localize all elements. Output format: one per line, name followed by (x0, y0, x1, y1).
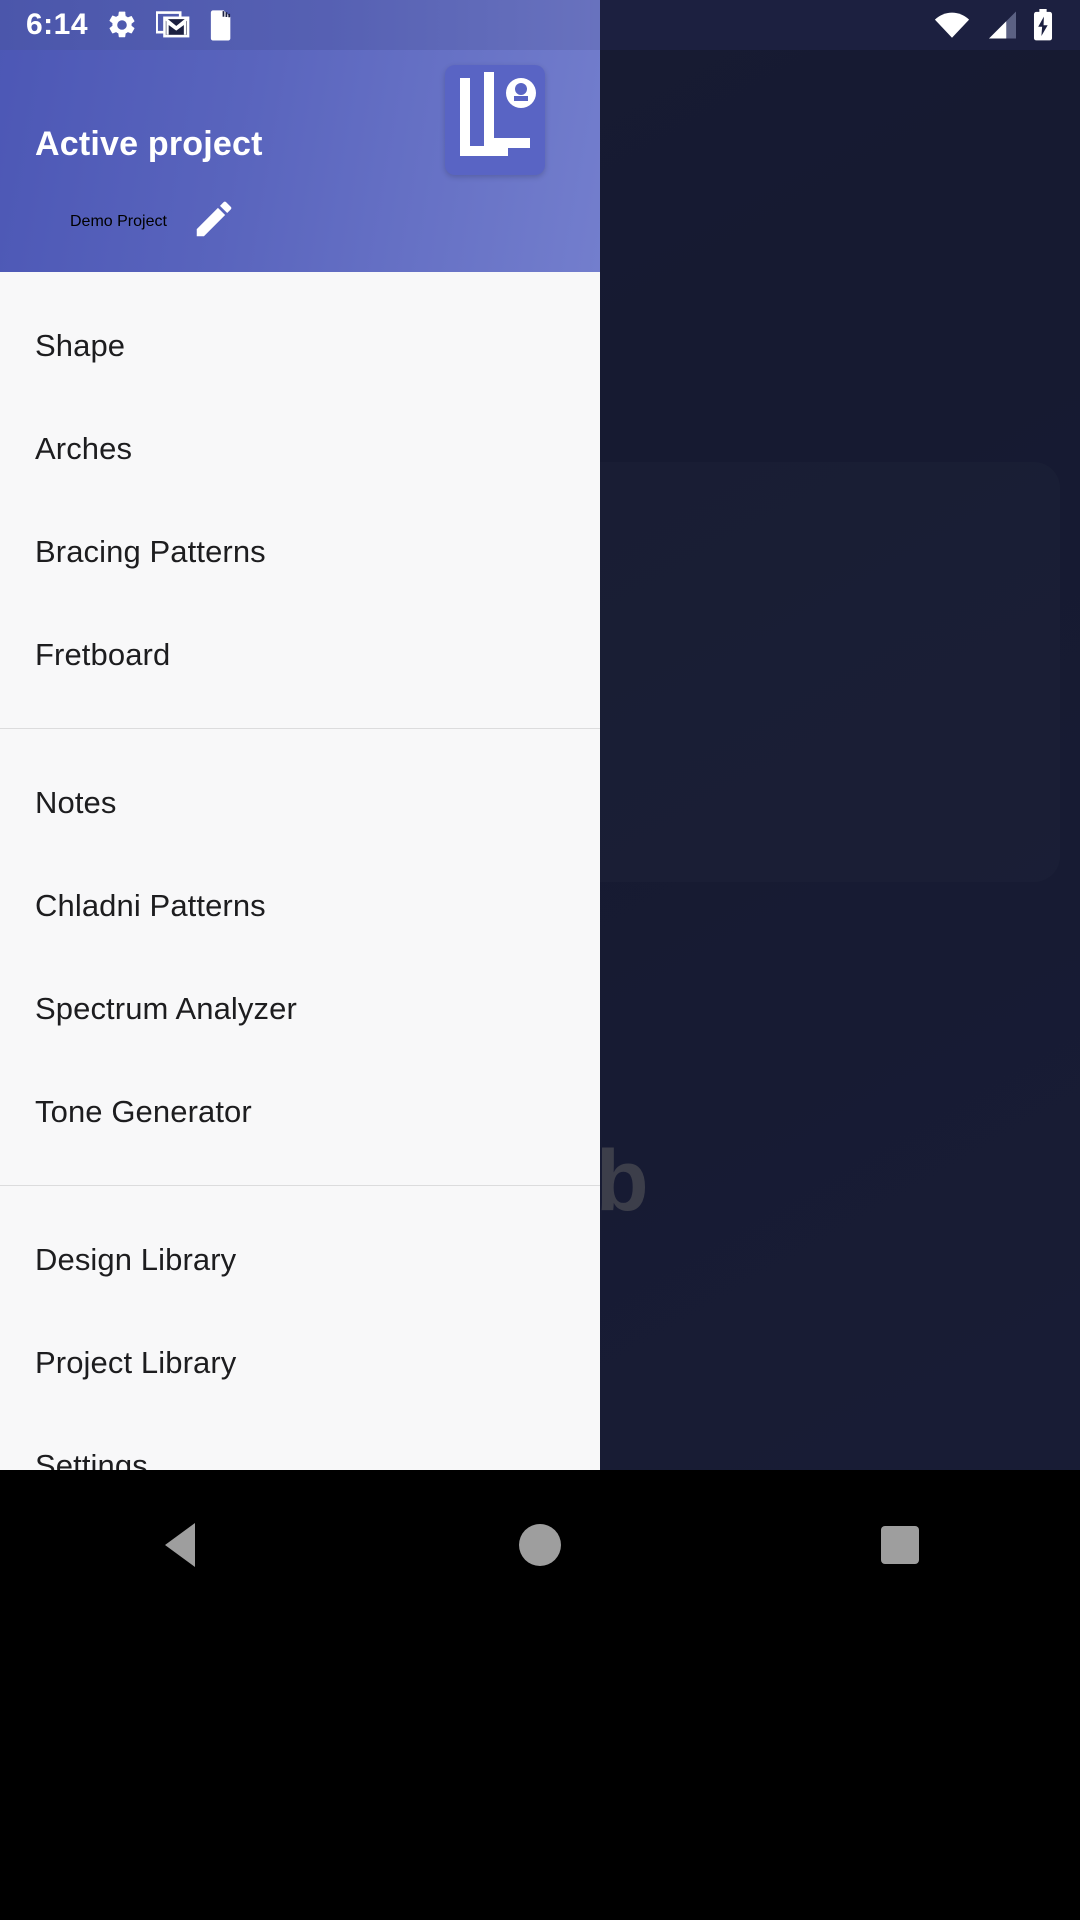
cell-signal-icon (984, 10, 1018, 40)
phone-screen: b Active project Demo Project (0, 0, 1080, 1920)
triangle-back-icon (165, 1523, 195, 1567)
menu-item-tone-generator[interactable]: Tone Generator (0, 1060, 600, 1163)
drawer-section-library: Design Library Project Library Settings (0, 1208, 600, 1471)
back-button[interactable] (120, 1510, 240, 1580)
square-recents-icon (881, 1526, 919, 1564)
menu-item-arches[interactable]: Arches (0, 397, 600, 500)
home-button[interactable] (480, 1510, 600, 1580)
circle-home-icon (519, 1524, 561, 1566)
drawer-section-analysis: Notes Chladni Patterns Spectrum Analyzer… (0, 751, 600, 1163)
menu-item-fretboard[interactable]: Fretboard (0, 603, 600, 706)
status-bar-clock: 6:14 (26, 8, 89, 41)
status-bar-left-group: 6:14 (0, 0, 234, 50)
menu-item-project-library[interactable]: Project Library (0, 1311, 600, 1414)
android-navigation-bar (0, 1470, 1080, 1920)
drawer-section-design: Shape Arches Bracing Patterns Fretboard (0, 294, 600, 706)
pencil-icon[interactable] (191, 196, 237, 247)
recents-button[interactable] (840, 1510, 960, 1580)
app-logo-icon (445, 65, 545, 175)
status-bar: 6:14 (0, 0, 1080, 50)
gear-icon (106, 9, 138, 41)
active-project-name: Demo Project (70, 212, 167, 230)
sd-card-icon (208, 9, 234, 41)
wifi-icon (934, 10, 970, 40)
menu-item-shape[interactable]: Shape (0, 294, 600, 397)
menu-item-notes[interactable]: Notes (0, 751, 600, 854)
menu-item-spectrum-analyzer[interactable]: Spectrum Analyzer (0, 957, 600, 1060)
navigation-drawer: Active project Demo Project Shape Arches… (0, 0, 600, 1470)
menu-item-settings[interactable]: Settings (0, 1414, 600, 1471)
active-project-row[interactable]: Demo Project (70, 196, 237, 247)
page-title: Active project (35, 125, 263, 163)
menu-item-chladni-patterns[interactable]: Chladni Patterns (0, 854, 600, 957)
status-bar-right-group (934, 0, 1054, 50)
gmail-icon (156, 9, 190, 41)
menu-item-design-library[interactable]: Design Library (0, 1208, 600, 1311)
battery-charging-icon (1032, 9, 1054, 41)
menu-item-bracing-patterns[interactable]: Bracing Patterns (0, 500, 600, 603)
